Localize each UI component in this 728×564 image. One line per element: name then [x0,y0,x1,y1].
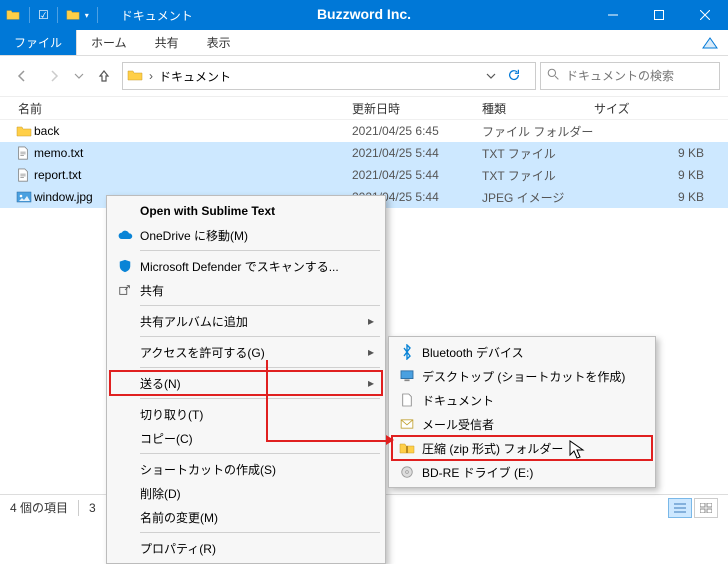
zip-folder-icon [398,441,416,455]
qat-checkbox-icon[interactable]: ☑ [38,8,49,22]
titlebar: ☑ ▾ ドキュメント Buzzword Inc. [0,0,728,30]
submenu-arrow-icon: ▸ [368,345,374,359]
file-row[interactable]: back 2021/04/25 6:45 ファイル フォルダー [0,120,728,142]
close-button[interactable] [682,0,728,30]
ctx-shared-album[interactable]: 共有アルバムに追加▸ [110,309,382,333]
ctx-properties[interactable]: プロパティ(R) [110,536,382,560]
ctx-cut[interactable]: 切り取り(T) [110,402,382,426]
image-file-icon [16,190,34,204]
ctx-grant-access[interactable]: アクセスを許可する(G)▸ [110,340,382,364]
home-tab[interactable]: ホーム [76,30,141,55]
folder-icon [127,68,143,85]
brand-label: Buzzword Inc. [317,6,411,22]
sendto-bdre[interactable]: BD-RE ドライブ (E:) [392,460,652,484]
file-size: 9 KB [594,146,728,160]
chevron-right-icon[interactable]: › [149,69,153,83]
folder-icon[interactable] [66,8,80,22]
qat-dropdown-icon[interactable]: ▾ [85,11,89,20]
disc-drive-icon [398,465,416,479]
ctx-share[interactable]: 共有 [110,278,382,302]
nav-row: › ドキュメント [0,56,728,96]
annotation-arrow [266,360,268,440]
ctx-delete[interactable]: 削除(D) [110,481,382,505]
file-size: 9 KB [594,190,728,204]
sendto-mail[interactable]: メール受信者 [392,412,652,436]
ribbon-tabs: ファイル ホーム 共有 表示 [0,30,728,56]
file-type: JPEG イメージ [482,189,594,206]
shield-icon [116,259,134,273]
file-name: back [34,124,352,138]
up-button[interactable] [90,62,118,90]
folder-icon [6,8,20,22]
refresh-button[interactable] [507,68,531,85]
search-input[interactable] [566,69,713,83]
details-view-button[interactable] [668,498,692,518]
cloud-icon [116,229,134,241]
file-date: 2021/04/25 6:45 [352,124,482,138]
bluetooth-icon [398,344,416,360]
col-date[interactable]: 更新日時 [352,100,482,117]
ctx-copy[interactable]: コピー(C) [110,426,382,450]
file-size: 9 KB [594,168,728,182]
ctx-onedrive[interactable]: OneDrive に移動(M) [110,223,382,247]
ctx-open-sublime[interactable]: Open with Sublime Text [110,199,382,223]
desktop-icon [398,370,416,382]
submenu-arrow-icon: ▸ [368,314,374,328]
ctx-create-shortcut[interactable]: ショートカットの作成(S) [110,457,382,481]
file-type: ファイル フォルダー [482,123,594,140]
search-box[interactable] [540,62,720,90]
text-file-icon [16,168,34,182]
file-tab[interactable]: ファイル [0,30,76,55]
selected-count: 3 [89,501,96,515]
share-icon [116,283,134,297]
context-menu: Open with Sublime Text OneDrive に移動(M) M… [106,195,386,564]
text-file-icon [16,146,34,160]
item-count: 4 個の項目 [10,499,68,516]
address-dropdown[interactable] [481,71,501,81]
help-icon[interactable] [692,30,728,55]
col-type[interactable]: 種類 [482,100,594,117]
file-row[interactable]: memo.txt 2021/04/25 5:44 TXT ファイル 9 KB [0,142,728,164]
window-title: ドキュメント [121,7,193,24]
file-date: 2021/04/25 5:44 [352,146,482,160]
icons-view-button[interactable] [694,498,718,518]
ctx-defender[interactable]: Microsoft Defender でスキャンする... [110,254,382,278]
mail-icon [398,419,416,429]
col-size[interactable]: サイズ [594,100,728,117]
search-icon [547,68,560,84]
file-type: TXT ファイル [482,145,594,162]
column-headers: 名前 更新日時 種類 サイズ [0,96,728,120]
address-bar[interactable]: › ドキュメント [122,62,536,90]
ctx-rename[interactable]: 名前の変更(M) [110,505,382,529]
ctx-send-to[interactable]: 送る(N)▸ [110,371,382,395]
recent-dropdown[interactable] [72,62,86,90]
file-date: 2021/04/25 5:44 [352,168,482,182]
annotation-arrowhead [386,435,394,445]
forward-button[interactable] [40,62,68,90]
annotation-arrow [266,440,386,442]
sendto-bluetooth[interactable]: Bluetooth デバイス [392,340,652,364]
cursor-icon [569,440,585,463]
minimize-button[interactable] [590,0,636,30]
sendto-desktop[interactable]: デスクトップ (ショートカットを作成) [392,364,652,388]
back-button[interactable] [8,62,36,90]
maximize-button[interactable] [636,0,682,30]
sendto-documents[interactable]: ドキュメント [392,388,652,412]
view-tab[interactable]: 表示 [193,30,245,55]
folder-icon [16,124,34,138]
sendto-zip[interactable]: 圧縮 (zip 形式) フォルダー [392,436,652,460]
sendto-submenu: Bluetooth デバイス デスクトップ (ショートカットを作成) ドキュメン… [388,336,656,488]
file-row[interactable]: report.txt 2021/04/25 5:44 TXT ファイル 9 KB [0,164,728,186]
file-type: TXT ファイル [482,167,594,184]
file-name: report.txt [34,168,352,182]
file-name: memo.txt [34,146,352,160]
address-folder[interactable]: ドキュメント [159,68,231,85]
share-tab[interactable]: 共有 [141,30,193,55]
col-name[interactable]: 名前 [0,100,352,117]
documents-icon [398,393,416,407]
submenu-arrow-icon: ▸ [368,376,374,390]
